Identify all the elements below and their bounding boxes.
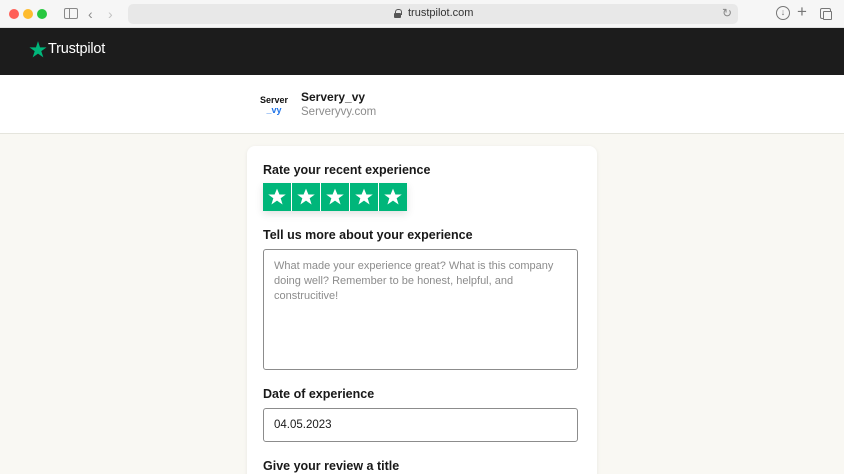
star-3-button[interactable] <box>321 183 349 211</box>
forward-arrow-icon[interactable]: › <box>108 6 113 22</box>
star-icon <box>355 188 373 205</box>
star-icon <box>268 188 286 205</box>
review-form-card: Rate your recent experience Tell us more… <box>247 146 597 474</box>
rating-label: Rate your recent experience <box>263 163 431 177</box>
star-2-button[interactable] <box>292 183 320 211</box>
reload-icon[interactable]: ↻ <box>722 6 732 20</box>
new-tab-icon[interactable]: + <box>797 3 807 20</box>
business-logo-line2: _vy <box>266 105 282 115</box>
business-name: Servery_vy <box>301 90 366 104</box>
site-header: Trustpilot <box>0 28 844 75</box>
business-logo-line1: Server <box>259 95 289 105</box>
star-icon <box>384 188 402 205</box>
fullscreen-window-button[interactable] <box>37 9 47 19</box>
business-logo: Server _vy <box>257 95 291 115</box>
minimize-window-button[interactable] <box>23 9 33 19</box>
back-arrow-icon[interactable]: ‹ <box>88 6 93 22</box>
star-icon <box>297 188 315 205</box>
experience-label: Tell us more about your experience <box>263 228 473 242</box>
review-title-label: Give your review a title <box>263 459 400 473</box>
close-window-button[interactable] <box>9 9 19 19</box>
star-5-button[interactable] <box>379 183 407 211</box>
star-rating[interactable] <box>263 183 407 211</box>
business-info-bar: Server _vy Servery_vy Serveryvy.com <box>0 75 844 134</box>
tab-overview-icon[interactable] <box>820 8 832 20</box>
trustpilot-logo[interactable]: Trustpilot <box>29 40 105 58</box>
download-icon[interactable]: ↓ <box>776 6 790 20</box>
experience-textarea[interactable]: What made your experience great? What is… <box>263 249 578 370</box>
address-bar[interactable]: trustpilot.com ↻ <box>128 4 738 24</box>
business-domain: Serveryvy.com <box>301 106 377 118</box>
date-label: Date of experience <box>263 387 375 401</box>
sidebar-toggle-icon[interactable] <box>64 8 78 19</box>
address-url: trustpilot.com <box>408 7 474 19</box>
star-4-button[interactable] <box>350 183 378 211</box>
browser-toolbar: ‹ › trustpilot.com ↻ ↓ + <box>0 0 844 28</box>
lock-icon <box>394 9 402 18</box>
logo-text: Trustpilot <box>48 41 106 57</box>
star-1-button[interactable] <box>263 183 291 211</box>
date-of-experience-input[interactable]: 04.05.2023 <box>263 408 578 442</box>
star-icon <box>326 188 344 205</box>
trustpilot-star-icon <box>29 41 47 58</box>
